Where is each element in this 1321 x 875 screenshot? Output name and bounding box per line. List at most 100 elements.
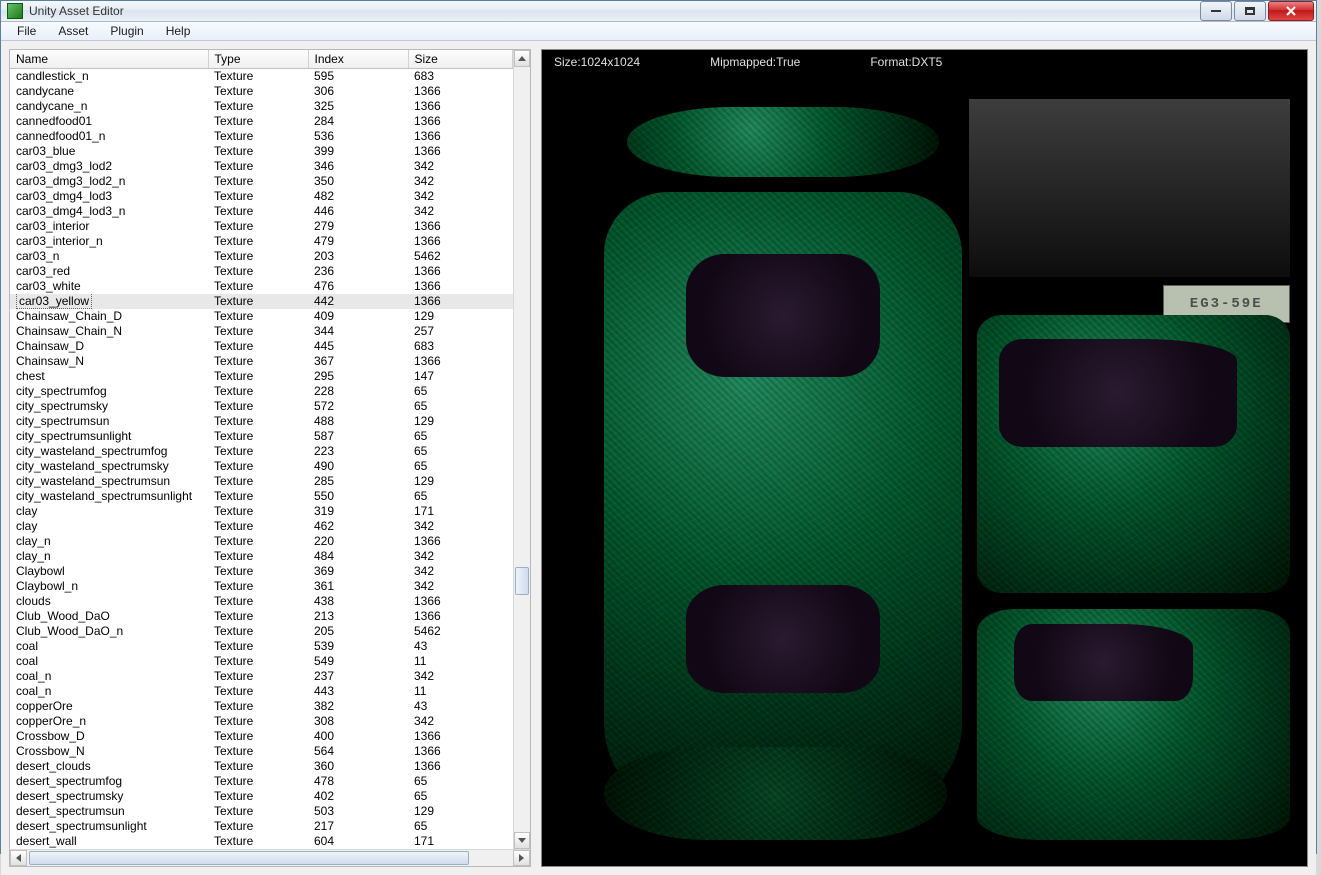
- cell-type: Texture: [208, 669, 308, 684]
- table-row[interactable]: car03_nTexture2035462: [10, 249, 513, 264]
- cell-type: Texture: [208, 519, 308, 534]
- cell-type: Texture: [208, 624, 308, 639]
- cell-size: 1366: [408, 354, 513, 369]
- table-row[interactable]: coal_nTexture237342: [10, 669, 513, 684]
- table-row[interactable]: desert_spectrumsunTexture503129: [10, 804, 513, 819]
- table-row[interactable]: car03_dmg3_lod2Texture346342: [10, 159, 513, 174]
- table-row[interactable]: Club_Wood_DaOTexture2131366: [10, 609, 513, 624]
- table-row[interactable]: city_spectrumskyTexture57265: [10, 399, 513, 414]
- table-row[interactable]: car03_blueTexture3991366: [10, 144, 513, 159]
- cell-name: car03_red: [10, 264, 208, 279]
- cell-size: 342: [408, 669, 513, 684]
- table-row[interactable]: car03_yellowTexture4421366: [10, 294, 513, 309]
- texture-bumper: [604, 747, 947, 840]
- table-row[interactable]: Crossbow_DTexture4001366: [10, 729, 513, 744]
- table-row[interactable]: coalTexture54911: [10, 654, 513, 669]
- cell-name: candycane: [10, 84, 208, 99]
- col-type[interactable]: Type: [208, 50, 308, 69]
- table-row[interactable]: car03_dmg3_lod2_nTexture350342: [10, 174, 513, 189]
- table-row[interactable]: coal_nTexture44311: [10, 684, 513, 699]
- cell-size: 129: [408, 474, 513, 489]
- cell-index: 205: [308, 624, 408, 639]
- cell-name: desert_spectrumsun: [10, 804, 208, 819]
- table-row[interactable]: car03_redTexture2361366: [10, 264, 513, 279]
- table-row[interactable]: cannedfood01Texture2841366: [10, 114, 513, 129]
- table-row[interactable]: city_spectrumsunlightTexture58765: [10, 429, 513, 444]
- table-row[interactable]: clay_nTexture484342: [10, 549, 513, 564]
- table-row[interactable]: car03_dmg4_lod3Texture482342: [10, 189, 513, 204]
- table-row[interactable]: Chainsaw_Chain_DTexture409129: [10, 309, 513, 324]
- scroll-track[interactable]: [514, 67, 530, 832]
- cell-type: Texture: [208, 594, 308, 609]
- table-row[interactable]: car03_interior_nTexture4791366: [10, 234, 513, 249]
- table-row[interactable]: clayTexture462342: [10, 519, 513, 534]
- table-row[interactable]: cannedfood01_nTexture5361366: [10, 129, 513, 144]
- table-row[interactable]: candycane_nTexture3251366: [10, 99, 513, 114]
- scroll-up-button[interactable]: [514, 50, 530, 67]
- info-format: Format:DXT5: [870, 55, 942, 69]
- cell-name: car03_n: [10, 249, 208, 264]
- texture-door-window: [999, 339, 1237, 447]
- table-row[interactable]: Chainsaw_DTexture445683: [10, 339, 513, 354]
- titlebar[interactable]: Unity Asset Editor: [1, 1, 1316, 22]
- maximize-button[interactable]: [1234, 1, 1266, 21]
- vertical-scrollbar[interactable]: [513, 50, 530, 849]
- menubar: File Asset Plugin Help: [1, 22, 1316, 41]
- scroll-down-button[interactable]: [514, 832, 530, 849]
- horizontal-scrollbar[interactable]: [10, 849, 530, 866]
- cell-size: 11: [408, 684, 513, 699]
- table-row[interactable]: city_wasteland_spectrumsunTexture285129: [10, 474, 513, 489]
- table-row[interactable]: Club_Wood_DaO_nTexture2055462: [10, 624, 513, 639]
- close-button[interactable]: [1268, 1, 1314, 21]
- table-row[interactable]: candlestick_nTexture595683: [10, 69, 513, 84]
- table-row[interactable]: desert_wallTexture604171: [10, 834, 513, 849]
- table-row[interactable]: city_spectrumsunTexture488129: [10, 414, 513, 429]
- table-row[interactable]: car03_dmg4_lod3_nTexture446342: [10, 204, 513, 219]
- menu-plugin[interactable]: Plugin: [100, 22, 153, 40]
- table-row[interactable]: Chainsaw_NTexture3671366: [10, 354, 513, 369]
- cell-size: 342: [408, 174, 513, 189]
- col-size[interactable]: Size: [408, 50, 513, 69]
- scroll-thumb[interactable]: [515, 567, 529, 595]
- col-index[interactable]: Index: [308, 50, 408, 69]
- table-row[interactable]: copperOreTexture38243: [10, 699, 513, 714]
- table-row[interactable]: coalTexture53943: [10, 639, 513, 654]
- cell-name: Chainsaw_D: [10, 339, 208, 354]
- table-row[interactable]: candycaneTexture3061366: [10, 84, 513, 99]
- table-row[interactable]: desert_spectrumsunlightTexture21765: [10, 819, 513, 834]
- cell-index: 564: [308, 744, 408, 759]
- cell-type: Texture: [208, 399, 308, 414]
- minimize-button[interactable]: [1200, 1, 1232, 21]
- table-row[interactable]: city_spectrumfogTexture22865: [10, 384, 513, 399]
- table-row[interactable]: city_wasteland_spectrumsunlightTexture55…: [10, 489, 513, 504]
- table-row[interactable]: clayTexture319171: [10, 504, 513, 519]
- asset-list-panel: Name Type Index Size candlestick_nTextur…: [9, 49, 531, 867]
- table-row[interactable]: ClaybowlTexture369342: [10, 564, 513, 579]
- cell-type: Texture: [208, 339, 308, 354]
- table-row[interactable]: Chainsaw_Chain_NTexture344257: [10, 324, 513, 339]
- table-row[interactable]: city_wasteland_spectrumskyTexture49065: [10, 459, 513, 474]
- window-title: Unity Asset Editor: [29, 4, 124, 18]
- table-row[interactable]: cloudsTexture4381366: [10, 594, 513, 609]
- col-name[interactable]: Name: [10, 50, 208, 69]
- table-row[interactable]: chestTexture295147: [10, 369, 513, 384]
- app-window: Unity Asset Editor File Asset Plugin Hel…: [0, 0, 1317, 854]
- cell-type: Texture: [208, 384, 308, 399]
- cell-size: 1366: [408, 129, 513, 144]
- table-row[interactable]: Crossbow_NTexture5641366: [10, 744, 513, 759]
- table-row[interactable]: desert_cloudsTexture3601366: [10, 759, 513, 774]
- table-row[interactable]: copperOre_nTexture308342: [10, 714, 513, 729]
- table-row[interactable]: desert_spectrumskyTexture40265: [10, 789, 513, 804]
- table-row[interactable]: clay_nTexture2201366: [10, 534, 513, 549]
- menu-file[interactable]: File: [7, 22, 46, 40]
- texture-preview[interactable]: EG3-59E: [542, 74, 1307, 866]
- table-row[interactable]: desert_spectrumfogTexture47865: [10, 774, 513, 789]
- table-row[interactable]: city_wasteland_spectrumfogTexture22365: [10, 444, 513, 459]
- table-row[interactable]: Claybowl_nTexture361342: [10, 579, 513, 594]
- menu-asset[interactable]: Asset: [48, 22, 98, 40]
- texture-window-rear: [686, 254, 880, 377]
- table-row[interactable]: car03_interiorTexture2791366: [10, 219, 513, 234]
- asset-table[interactable]: Name Type Index Size candlestick_nTextur…: [10, 50, 513, 849]
- table-row[interactable]: car03_whiteTexture4761366: [10, 279, 513, 294]
- menu-help[interactable]: Help: [156, 22, 201, 40]
